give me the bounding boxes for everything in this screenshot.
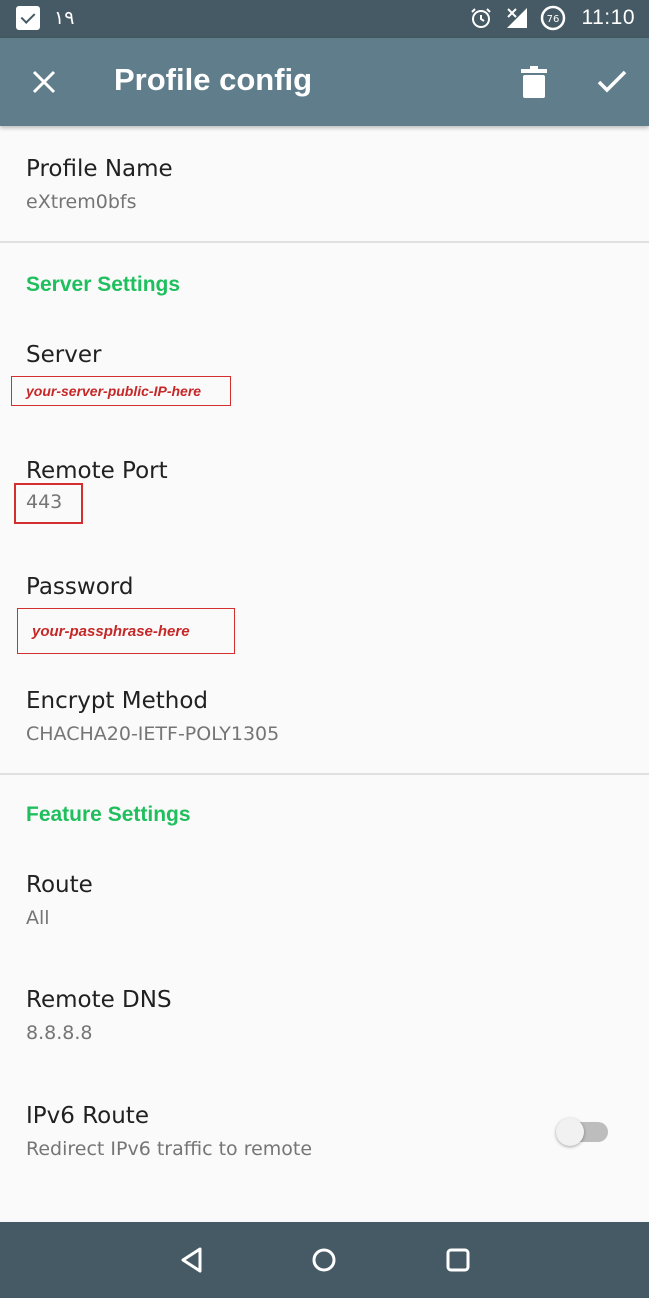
server-pref[interactable]: Server your-server-public-IP-here: [0, 318, 649, 430]
pref-title: IPv6 Route: [26, 1103, 149, 1129]
password-pref[interactable]: Password your-passphrase-here: [0, 550, 649, 662]
navigation-bar: [0, 1222, 649, 1298]
password-value: your-passphrase-here: [17, 608, 235, 654]
status-clock: 11:10: [581, 6, 635, 29]
ipv6-route-pref[interactable]: IPv6 Route Redirect IPv6 traffic to remo…: [0, 1082, 649, 1194]
no-signal-icon: [504, 5, 530, 31]
recents-square-icon: [446, 1248, 470, 1272]
remote-port-value: 443: [26, 491, 63, 513]
pref-title: Encrypt Method: [26, 688, 209, 714]
pref-title: Password: [26, 574, 134, 600]
data-saver-icon: 76: [540, 5, 566, 31]
ipv6-route-switch[interactable]: [556, 1118, 608, 1146]
server-value: your-server-public-IP-here: [11, 376, 231, 406]
remote-dns-pref[interactable]: Remote DNS 8.8.8.8: [0, 966, 649, 1078]
divider: [0, 241, 649, 243]
delete-button[interactable]: [510, 58, 558, 106]
save-button[interactable]: [588, 58, 636, 106]
data-saver-badge: 76: [546, 14, 559, 25]
close-button[interactable]: [20, 58, 68, 106]
pref-summary: Redirect IPv6 traffic to remote: [26, 1138, 313, 1160]
app-bar: Profile config: [0, 38, 649, 126]
category-feature-settings: Feature Settings: [26, 803, 191, 826]
encrypt-method-pref[interactable]: Encrypt Method CHACHA20-IETF-POLY1305: [0, 666, 649, 774]
page-title: Profile config: [114, 62, 313, 97]
home-circle-icon: [312, 1248, 336, 1272]
status-bar: ١٩ 76 11:10: [0, 0, 649, 38]
category-server-settings: Server Settings: [26, 273, 181, 296]
pref-summary: CHACHA20-IETF-POLY1305: [26, 723, 280, 745]
divider: [0, 773, 649, 775]
profile-name-pref[interactable]: Profile Name eXtrem0bfs: [0, 126, 649, 242]
pref-title: Remote DNS: [26, 987, 172, 1013]
notification-text: ١٩: [54, 7, 75, 29]
pref-summary: All: [26, 907, 50, 929]
back-triangle-icon: [181, 1247, 202, 1273]
alarm-icon: [468, 5, 494, 31]
back-button[interactable]: [168, 1236, 216, 1284]
close-icon: [32, 70, 56, 94]
pref-title: Route: [26, 872, 93, 898]
pref-summary: eXtrem0bfs: [26, 191, 137, 213]
checkbox-notification-icon: [16, 6, 40, 30]
pref-summary: 8.8.8.8: [26, 1022, 93, 1044]
home-button[interactable]: [300, 1236, 348, 1284]
switch-thumb: [556, 1118, 584, 1146]
route-pref[interactable]: Route All: [0, 850, 649, 962]
recents-button[interactable]: [434, 1236, 482, 1284]
trash-icon: [521, 66, 547, 98]
pref-title: Remote Port: [26, 458, 168, 484]
check-icon: [597, 70, 627, 93]
remote-port-pref[interactable]: Remote Port 443: [0, 434, 649, 546]
pref-title: Profile Name: [26, 156, 173, 182]
pref-title: Server: [26, 342, 102, 368]
